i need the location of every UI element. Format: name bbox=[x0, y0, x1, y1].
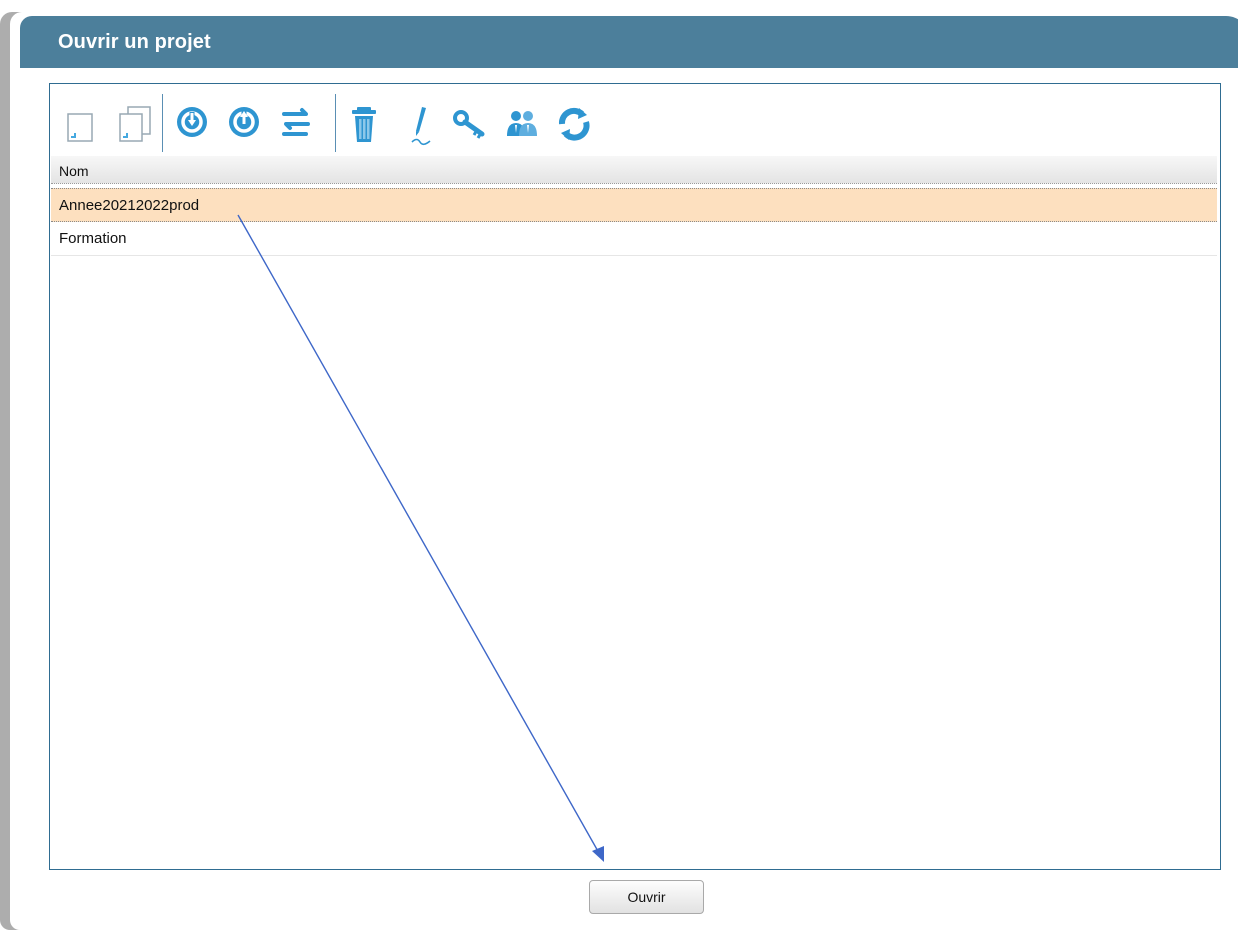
rename-icon[interactable] bbox=[400, 104, 440, 146]
key-icon[interactable] bbox=[450, 104, 490, 146]
screen: Ouvrir un projet Nom Annee20212022prod F… bbox=[0, 0, 1238, 931]
refresh-icon[interactable] bbox=[554, 104, 594, 146]
project-name: Formation bbox=[59, 230, 127, 247]
open-project-dialog: Ouvrir un projet Nom Annee20212022prod F… bbox=[0, 12, 1238, 930]
new-document-icon[interactable] bbox=[62, 104, 102, 146]
dialog-title: Ouvrir un projet bbox=[58, 31, 211, 53]
table-row[interactable]: Annee20212022prod bbox=[51, 188, 1217, 222]
open-button[interactable]: Ouvrir bbox=[589, 880, 704, 914]
table-row[interactable]: Formation bbox=[51, 222, 1217, 256]
toolbar-separator bbox=[162, 94, 163, 152]
project-name: Annee20212022prod bbox=[59, 197, 200, 214]
transfer-icon[interactable] bbox=[276, 104, 316, 146]
toolbar bbox=[62, 94, 762, 152]
upload-icon[interactable] bbox=[224, 104, 264, 146]
column-header-label: Nom bbox=[59, 163, 89, 179]
project-panel: Nom Annee20212022prod Formation bbox=[49, 83, 1221, 870]
column-header-name[interactable]: Nom bbox=[51, 156, 1217, 184]
projects-grid: Nom Annee20212022prod Formation bbox=[51, 156, 1217, 866]
users-icon[interactable] bbox=[502, 104, 542, 146]
duplicate-document-icon[interactable] bbox=[114, 104, 154, 146]
dialog-titlebar: Ouvrir un projet bbox=[20, 16, 1238, 68]
trash-icon[interactable] bbox=[345, 104, 385, 146]
toolbar-separator bbox=[335, 94, 336, 152]
download-icon[interactable] bbox=[172, 104, 212, 146]
